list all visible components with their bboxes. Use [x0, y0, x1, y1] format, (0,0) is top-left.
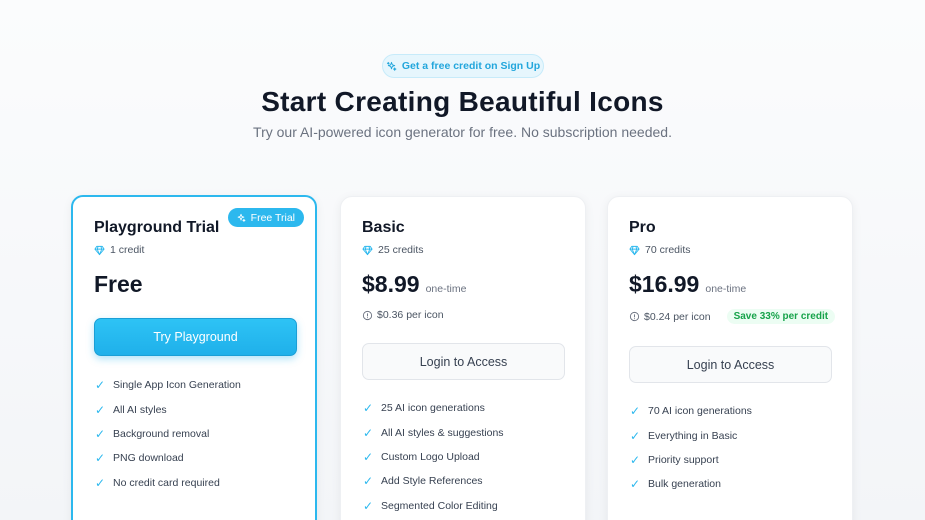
plan-name: Basic	[362, 219, 405, 236]
list-item: ✓ 70 AI icon generations	[629, 404, 752, 419]
check-icon: ✓	[362, 401, 374, 416]
list-item: ✓ Segmented Color Editing	[362, 498, 498, 513]
check-icon: ✓	[94, 451, 106, 466]
list-item: ✓ Custom Logo Upload	[362, 449, 480, 464]
free-credit-badge: Get a free credit on Sign Up	[382, 54, 544, 78]
sparkle-icon	[386, 61, 397, 72]
plan-price-row: $16.99 one-time	[629, 271, 746, 298]
plan-price: $16.99	[629, 271, 700, 297]
check-icon: ✓	[94, 378, 106, 393]
check-icon: ✓	[629, 428, 641, 443]
check-icon: ✓	[362, 449, 374, 464]
check-icon: ✓	[94, 475, 106, 490]
list-item: ✓ All AI styles	[94, 402, 167, 417]
list-item: ✓ Everything in Basic	[629, 428, 738, 443]
list-item: ✓ Add Style References	[362, 474, 483, 489]
list-item: ✓ PNG download	[94, 451, 184, 466]
info-icon	[629, 311, 640, 322]
per-icon-price: $0.24 per icon Save 33% per credit	[629, 309, 836, 324]
list-item: ✓ Bulk generation	[629, 477, 721, 492]
free-trial-label: Free Trial	[250, 211, 295, 224]
per-icon-price: $0.36 per icon	[362, 309, 444, 321]
check-icon: ✓	[94, 402, 106, 417]
plan-name: Playground Trial	[94, 219, 220, 236]
diamond-icon	[629, 245, 640, 256]
free-trial-badge: Free Trial	[227, 208, 304, 227]
page-subtitle: Try our AI-powered icon generator for fr…	[253, 124, 672, 140]
list-item: ✓ Background removal	[94, 426, 210, 441]
feature-list: ✓ 70 AI icon generations ✓ Everything in B…	[629, 399, 752, 497]
login-to-access-button[interactable]: Login to Access	[629, 346, 832, 383]
price-note: one-time	[425, 283, 467, 295]
feature-list: ✓ Single App Icon Generation ✓ All AI styl…	[94, 373, 241, 495]
check-icon: ✓	[629, 452, 641, 467]
list-item: ✓ All AI styles & suggestions	[362, 425, 504, 440]
check-icon: ✓	[362, 498, 374, 513]
plan-credits: 1 credit	[94, 244, 144, 256]
list-item: ✓ Single App Icon Generation	[94, 378, 241, 393]
diamond-icon	[94, 245, 105, 256]
feature-list: ✓ 25 AI icon generations ✓ All AI styles &…	[362, 396, 504, 518]
plan-price-row: $8.99 one-time	[362, 271, 466, 298]
sparkle-icon	[236, 213, 246, 223]
price-note: one-time	[705, 283, 747, 295]
plan-card-basic: Basic 25 credits $8.99 one-time $0.36 pe…	[340, 196, 586, 520]
plan-credits: 70 credits	[629, 244, 691, 256]
info-icon	[362, 310, 373, 321]
login-to-access-button[interactable]: Login to Access	[362, 343, 565, 380]
free-credit-label: Get a free credit on Sign Up	[401, 60, 541, 72]
plan-credits: 25 credits	[362, 244, 424, 256]
page-title: Start Creating Beautiful Icons	[261, 86, 664, 117]
plan-price: Free	[94, 271, 143, 297]
check-icon: ✓	[629, 477, 641, 492]
list-item: ✓ Priority support	[629, 452, 719, 467]
diamond-icon	[362, 245, 373, 256]
check-icon: ✓	[629, 404, 641, 419]
plan-name: Pro	[629, 219, 656, 236]
plan-price: $8.99	[362, 271, 420, 297]
list-item: ✓ 25 AI icon generations	[362, 401, 485, 416]
save-badge: Save 33% per credit	[726, 309, 836, 324]
plan-card-playground: Free Trial Playground Trial 1 credit Fre…	[71, 195, 317, 520]
check-icon: ✓	[362, 425, 374, 440]
plan-card-pro: Pro 70 credits $16.99 one-time $0.24 per…	[607, 196, 853, 520]
check-icon: ✓	[94, 426, 106, 441]
list-item: ✓ No credit card required	[94, 475, 220, 490]
check-icon: ✓	[362, 474, 374, 489]
try-playground-button[interactable]: Try Playground	[94, 318, 297, 356]
plan-price-row: Free	[94, 271, 143, 298]
